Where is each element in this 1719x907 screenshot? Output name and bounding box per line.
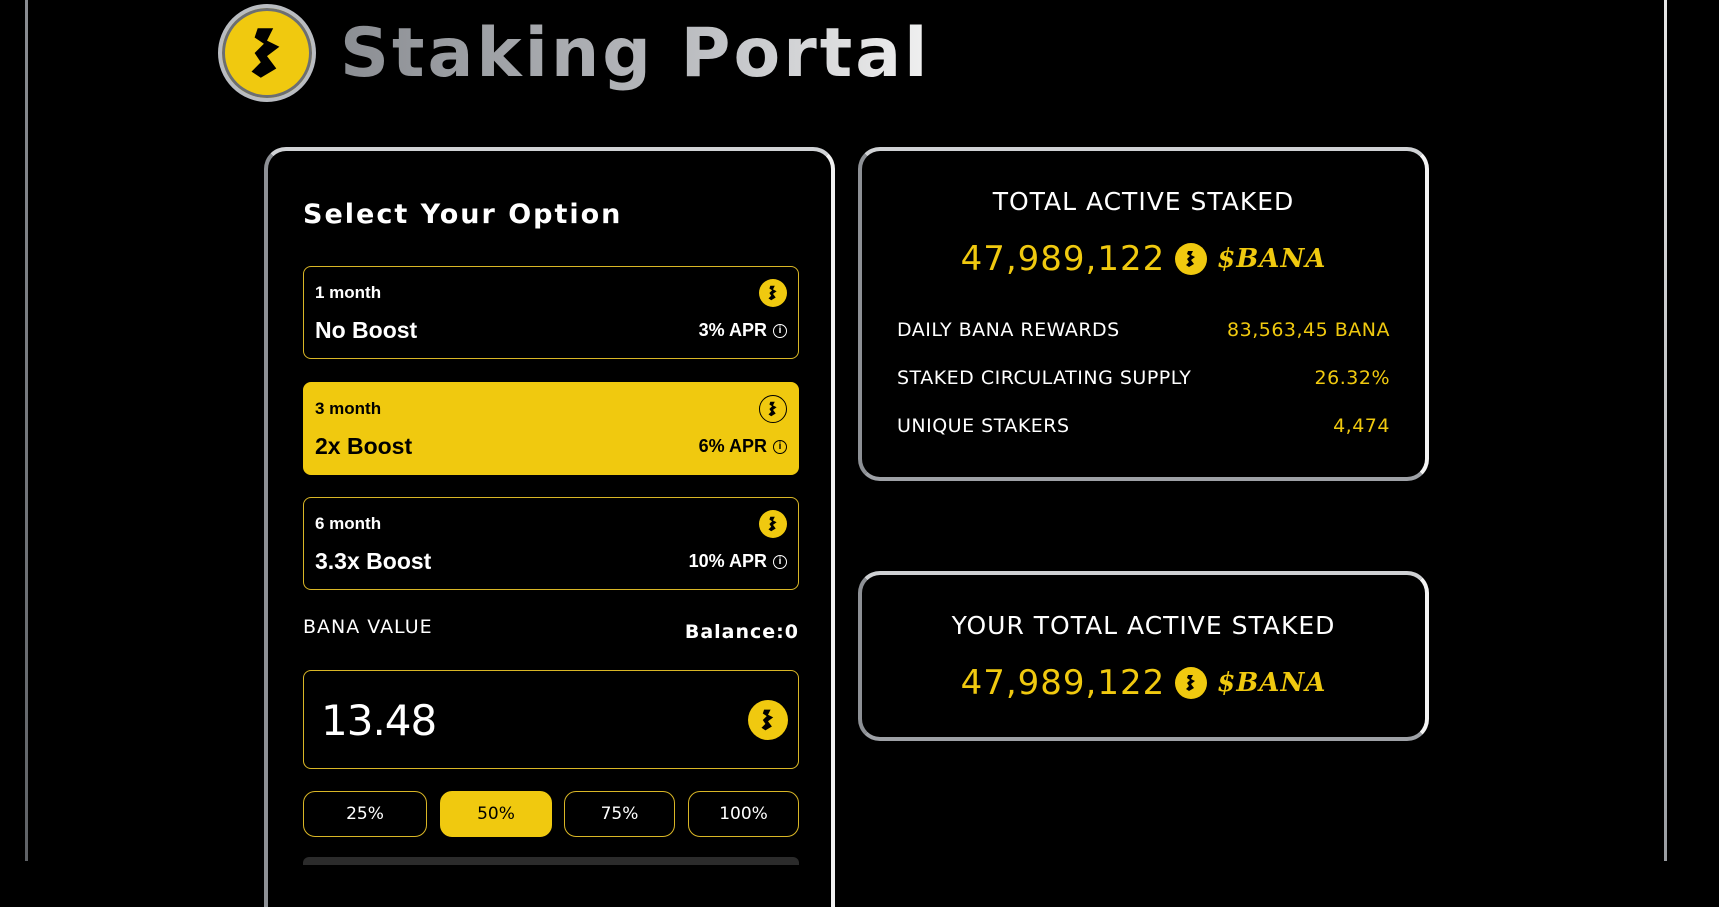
bana-value-input[interactable] <box>319 691 703 749</box>
bana-coin-icon <box>1175 243 1208 275</box>
option-duration: 3 month <box>315 399 382 418</box>
frame-border-left <box>25 0 28 861</box>
bana-coin-icon <box>1175 667 1208 699</box>
stat-label: DAILY BANA REWARDS <box>897 319 1120 341</box>
percent-100-button[interactable]: 100% <box>688 791 799 837</box>
balance-text: Balance:0 <box>684 621 799 643</box>
total-staked-title: TOTAL ACTIVE STAKED <box>992 187 1295 216</box>
stat-unique-stakers: UNIQUE STAKERS 4,474 <box>897 415 1390 437</box>
bana-coin-icon <box>759 395 787 423</box>
stat-label: STAKED CIRCULATING SUPPLY <box>897 367 1192 389</box>
page-title: Staking Portal <box>340 13 931 93</box>
option-apr: 10% APR i <box>689 551 787 572</box>
option-boost: 3.3x Boost <box>315 548 432 574</box>
option-duration: 1 month <box>315 283 382 302</box>
apr-value: 6% APR <box>698 436 767 456</box>
bana-ticker: $BANA <box>1217 668 1327 698</box>
select-option-title: Select Your Option <box>303 199 623 230</box>
your-staked-card: YOUR TOTAL ACTIVE STAKED 47,989,122 $BAN… <box>858 571 1429 741</box>
frame-border-right <box>1664 0 1667 861</box>
percent-buttons: 25% 50% 75% 100% <box>303 791 799 837</box>
percent-25-button[interactable]: 25% <box>303 791 427 837</box>
your-staked-title: YOUR TOTAL ACTIVE STAKED <box>951 611 1336 640</box>
stat-value: 4,474 <box>1333 415 1390 437</box>
info-icon[interactable]: i <box>773 554 787 569</box>
your-staked-amount: 47,989,122 $BANA <box>862 663 1425 703</box>
header: Staking Portal <box>218 3 930 103</box>
bana-value-field[interactable] <box>303 670 799 769</box>
option-3-month[interactable]: 3 month 2x Boost 6% APR i <box>303 382 799 475</box>
bana-coin-icon <box>759 279 787 307</box>
option-duration: 6 month <box>315 514 382 533</box>
stat-circulating-supply: STAKED CIRCULATING SUPPLY 26.32% <box>897 367 1390 389</box>
option-apr: 3% APR i <box>699 320 787 341</box>
bana-coin-icon <box>748 700 788 740</box>
percent-75-button[interactable]: 75% <box>564 791 675 837</box>
stake-form-card: Select Your Option 1 month No Boost 3% A… <box>264 147 835 907</box>
option-6-month[interactable]: 6 month 3.3x Boost 10% APR i <box>303 497 799 590</box>
total-staked-amount: 47,989,122 $BANA <box>862 239 1425 279</box>
info-icon[interactable]: i <box>773 439 787 454</box>
stat-value: 83,563,45 BANA <box>1227 319 1390 341</box>
bana-coin-icon <box>759 510 787 538</box>
option-1-month[interactable]: 1 month No Boost 3% APR i <box>303 266 799 359</box>
info-icon[interactable]: i <box>773 323 787 338</box>
total-staked-card: TOTAL ACTIVE STAKED 47,989,122 $BANA DAI… <box>858 147 1429 481</box>
amount-value: 47,989,122 <box>960 663 1166 703</box>
option-boost: No Boost <box>315 317 418 343</box>
amount-value: 47,989,122 <box>960 239 1166 279</box>
apr-value: 10% APR <box>688 551 767 571</box>
stat-daily-rewards: DAILY BANA REWARDS 83,563,45 BANA <box>897 319 1390 341</box>
option-apr: 6% APR i <box>699 436 787 457</box>
stake-button-edge[interactable] <box>303 857 799 865</box>
option-boost: 2x Boost <box>315 433 413 459</box>
bana-ticker: $BANA <box>1217 244 1327 274</box>
percent-50-button[interactable]: 50% <box>440 791 552 837</box>
apr-value: 3% APR <box>698 320 767 340</box>
stat-label: UNIQUE STAKERS <box>897 415 1070 437</box>
bana-value-label: BANA VALUE <box>303 616 433 638</box>
stat-value: 26.32% <box>1314 367 1390 389</box>
bana-logo-icon <box>218 4 316 102</box>
